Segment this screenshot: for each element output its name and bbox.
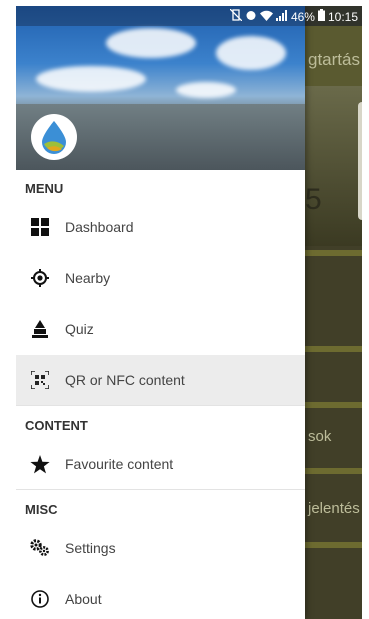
menu-item-about[interactable]: About — [16, 574, 305, 619]
menu-item-label: Dashboard — [65, 219, 134, 235]
info-icon — [30, 589, 50, 609]
water-drop-icon — [42, 121, 66, 154]
status-bar: 46% 10:15 — [16, 6, 362, 26]
app-logo — [31, 114, 77, 160]
background-card — [358, 102, 362, 220]
dashboard-icon — [30, 217, 50, 237]
quiz-icon — [30, 319, 50, 339]
battery-icon — [317, 9, 325, 24]
section-label-content: CONTENT — [25, 418, 88, 433]
menu-item-qr-nfc[interactable]: QR or NFC content — [16, 355, 305, 405]
battery-percent: 46% — [290, 9, 315, 24]
cloud-shape — [106, 28, 196, 58]
cloud-shape — [36, 66, 146, 92]
menu-item-label: Quiz — [65, 321, 94, 337]
cloud-shape — [176, 82, 236, 98]
qr-code-icon — [30, 370, 50, 390]
menu-item-nearby[interactable]: Nearby — [16, 253, 305, 303]
section-divider — [16, 489, 305, 490]
section-label-menu: MENU — [25, 181, 64, 196]
background-number: 5 — [305, 183, 322, 216]
menu-item-label: QR or NFC content — [65, 372, 185, 388]
star-icon — [30, 454, 50, 474]
clock: 10:15 — [327, 9, 358, 24]
navigation-drawer: MENU Dashboard Nearby Quiz QR or NFC con… — [16, 6, 305, 619]
menu-item-favourite-content[interactable]: Favourite content — [16, 439, 305, 489]
alarm-icon — [245, 9, 257, 24]
phone-screen: gtartás 5 sok jelentés MENU Dashboard Ne… — [16, 6, 362, 619]
background-row-text: jelentés — [308, 500, 360, 517]
cloud-shape — [216, 36, 286, 70]
menu-item-label: About — [65, 591, 102, 607]
menu-item-dashboard[interactable]: Dashboard — [16, 202, 305, 252]
menu-item-label: Settings — [65, 540, 116, 556]
background-title: gtartás — [308, 50, 360, 69]
location-target-icon — [30, 268, 50, 288]
signal-icon — [275, 9, 288, 24]
section-divider — [16, 405, 305, 406]
background-row-text: sok — [308, 428, 332, 445]
drawer-header — [16, 6, 305, 170]
menu-item-settings[interactable]: Settings — [16, 523, 305, 573]
menu-item-label: Nearby — [65, 270, 111, 286]
menu-item-quiz[interactable]: Quiz — [16, 304, 305, 354]
mute-vibrate-icon — [229, 8, 243, 24]
menu-item-label: Favourite content — [65, 456, 174, 472]
wifi-icon — [259, 10, 273, 24]
section-label-misc: MISC — [25, 502, 58, 517]
gears-icon — [30, 538, 50, 558]
